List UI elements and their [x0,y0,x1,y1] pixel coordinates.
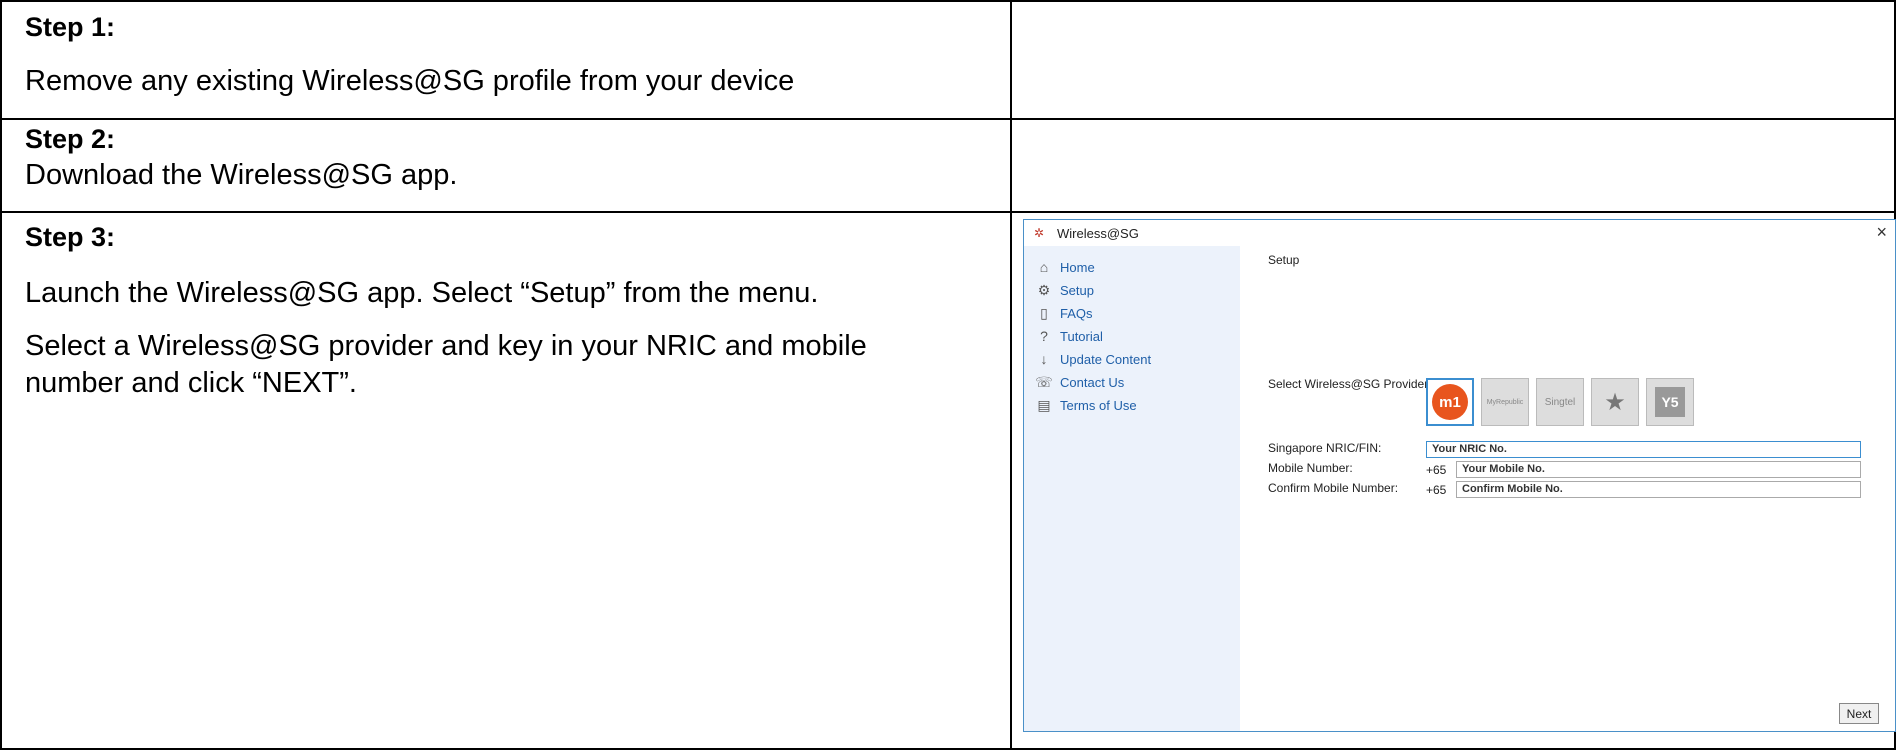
home-icon: ⌂ [1039,259,1049,275]
nav-item-label: FAQs [1060,305,1093,321]
provider-y5-button[interactable]: Y5 [1646,378,1694,426]
wireless-sg-app-window: ✲ Wireless@SG × ⌂ Home ⚙ Setup ▯ FAQs ? … [1023,219,1896,732]
step-3-text-line-3: number and click “NEXT”. [25,367,357,399]
nav-item-label: Update Content [1060,351,1152,367]
m1-logo-icon: m1 [1432,384,1468,420]
update-icon: ↓ [1040,351,1048,367]
phone-icon: ☏ [1035,373,1053,390]
document-icon: ▤ [1037,396,1051,413]
nav-item-label: Terms of Use [1060,397,1137,413]
nav-item-tutorial[interactable]: ? Tutorial [1034,325,1103,347]
provider-myrepublic-button[interactable]: MyRepublic [1481,378,1529,426]
confirm-mobile-input[interactable]: Confirm Mobile No. [1456,481,1861,498]
setup-icon: ⚙ [1037,281,1051,298]
provider-label: Select Wireless@SG Provider: [1268,377,1432,391]
mobile-prefix: +65 [1426,463,1447,477]
nav-item-label: Home [1060,259,1095,275]
nav-item-label: Tutorial [1060,328,1103,344]
y5-logo-icon: Y5 [1655,387,1685,417]
step-3-text-line-1: Launch the Wireless@SG app. Select “Setu… [25,277,819,309]
step-1-text: Remove any existing Wireless@SG profile … [25,65,795,97]
confirm-mobile-prefix: +65 [1426,483,1447,497]
step-1-title: Step 1: [25,12,116,42]
provider-starhub-button[interactable]: ★ [1591,378,1639,426]
app-sidebar: ⌂ Home ⚙ Setup ▯ FAQs ? Tutorial ↓ Updat… [1024,246,1240,731]
wireless-sg-logo-icon: ✲ [1034,226,1045,240]
nav-item-terms-of-use[interactable]: ▤ Terms of Use [1034,394,1137,416]
close-icon[interactable]: × [1876,222,1887,243]
nav-item-faqs[interactable]: ▯ FAQs [1034,302,1093,324]
page-title: Setup [1268,253,1300,267]
step-3-text-line-2: Select a Wireless@SG provider and key in… [25,330,867,362]
table-row-divider [0,118,1896,120]
mobile-label: Mobile Number: [1268,461,1353,475]
table-column-divider [1010,0,1012,750]
nav-item-label: Setup [1060,282,1094,298]
app-title-bar: ✲ Wireless@SG × [1024,220,1895,246]
myrepublic-logo-icon: MyRepublic [1486,398,1524,406]
mobile-input[interactable]: Your Mobile No. [1456,461,1861,478]
nav-item-home[interactable]: ⌂ Home [1034,256,1095,278]
confirm-mobile-label: Confirm Mobile Number: [1268,481,1399,495]
nric-input[interactable]: Your NRIC No. [1426,441,1861,458]
table-row-divider [0,211,1896,213]
table-border-left [0,0,2,750]
next-button[interactable]: Next [1839,703,1879,724]
step-2-text: Download the Wireless@SG app. [25,159,458,191]
table-border-top [0,0,1896,2]
nav-item-label: Contact Us [1060,374,1125,390]
provider-m1-button[interactable]: m1 [1426,378,1474,426]
nav-item-setup[interactable]: ⚙ Setup [1034,279,1094,301]
tutorial-icon: ? [1040,328,1048,344]
starhub-logo-icon: ★ [1604,388,1626,416]
nric-label: Singapore NRIC/FIN: [1268,441,1382,455]
faqs-icon: ▯ [1040,304,1048,321]
nav-item-contact-us[interactable]: ☏ Contact Us [1034,371,1124,393]
app-title: Wireless@SG [1057,226,1139,241]
singtel-logo-icon: Singtel [1544,396,1576,408]
step-3-title: Step 3: [25,222,116,252]
provider-singtel-button[interactable]: Singtel [1536,378,1584,426]
step-2-title: Step 2: [25,124,116,154]
app-main-panel: Setup Select Wireless@SG Provider: m1 My… [1240,246,1895,731]
nav-item-update-content[interactable]: ↓ Update Content [1034,348,1152,370]
